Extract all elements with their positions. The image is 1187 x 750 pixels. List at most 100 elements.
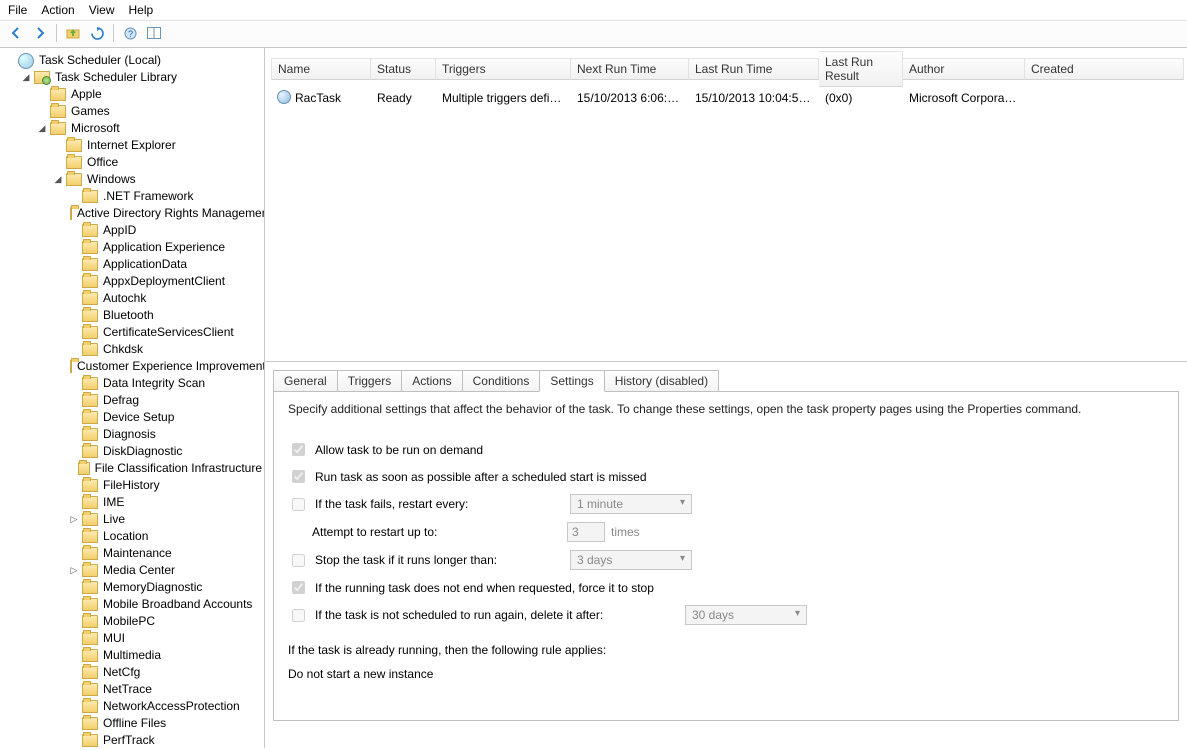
expand-icon[interactable] <box>68 310 80 322</box>
menu-help[interactable]: Help <box>129 3 154 17</box>
tree-folder[interactable]: FileHistory <box>66 477 264 494</box>
tree-folder[interactable]: Application Experience <box>66 239 264 256</box>
task-list[interactable]: Name Status Triggers Next Run Time Last … <box>265 48 1187 362</box>
tree-folder[interactable]: NetworkAccessProtection <box>66 698 264 715</box>
expand-icon[interactable] <box>68 718 80 730</box>
expand-icon[interactable] <box>68 582 80 594</box>
expand-icon[interactable] <box>68 429 80 441</box>
tree-folder[interactable]: Data Integrity Scan <box>66 375 264 392</box>
expand-icon[interactable]: ▷ <box>68 514 80 526</box>
tree-folder[interactable]: MobilePC <box>66 613 264 630</box>
expand-icon[interactable] <box>68 259 80 271</box>
tree-folder[interactable]: AppxDeploymentClient <box>66 273 264 290</box>
tree-folder[interactable]: Multimedia <box>66 647 264 664</box>
expand-icon[interactable] <box>68 650 80 662</box>
expand-icon[interactable] <box>68 344 80 356</box>
expand-icon[interactable] <box>68 701 80 713</box>
task-row[interactable]: RacTask Ready Multiple triggers defined … <box>271 88 1184 107</box>
combo-stop-duration[interactable]: 3 days <box>570 550 692 570</box>
forward-button[interactable] <box>30 23 50 43</box>
tree-folder[interactable]: Diagnosis <box>66 426 264 443</box>
checkbox-restart[interactable] <box>292 498 305 511</box>
tree-folder[interactable]: ▷Media Center <box>66 562 264 579</box>
tree-folder-windows[interactable]: ◢Windows <box>50 171 264 188</box>
navigation-tree[interactable]: Task Scheduler (Local) ◢ Task Scheduler … <box>0 48 265 748</box>
expand-icon[interactable] <box>68 735 80 747</box>
help-button[interactable]: ? <box>120 23 140 43</box>
expand-icon[interactable] <box>68 667 80 679</box>
tree-folder[interactable]: ▷Live <box>66 511 264 528</box>
panes-button[interactable] <box>144 23 164 43</box>
tree-folder-ie[interactable]: Internet Explorer <box>50 137 264 154</box>
tree-folder[interactable]: Location <box>66 528 264 545</box>
back-button[interactable] <box>6 23 26 43</box>
checkbox-delete-after[interactable] <box>292 609 305 622</box>
col-author[interactable]: Author <box>903 58 1025 80</box>
expand-icon[interactable] <box>68 191 80 203</box>
tree-folder[interactable]: AppID <box>66 222 264 239</box>
tree-folder[interactable]: IME <box>66 494 264 511</box>
col-name[interactable]: Name <box>271 58 371 80</box>
tree-folder[interactable]: Maintenance <box>66 545 264 562</box>
tree-library[interactable]: ◢ Task Scheduler Library <box>18 69 264 86</box>
expand-icon[interactable] <box>68 225 80 237</box>
collapse-icon[interactable]: ◢ <box>36 123 48 135</box>
expand-icon[interactable] <box>68 242 80 254</box>
tree-folder[interactable]: Chkdsk <box>66 341 264 358</box>
tree-folder[interactable]: DiskDiagnostic <box>66 443 264 460</box>
expand-icon[interactable] <box>68 616 80 628</box>
col-last[interactable]: Last Run Time <box>689 58 819 80</box>
menu-action[interactable]: Action <box>41 3 74 17</box>
up-button[interactable] <box>63 23 83 43</box>
tab-actions[interactable]: Actions <box>401 370 462 391</box>
col-next[interactable]: Next Run Time <box>571 58 689 80</box>
expand-icon[interactable] <box>68 548 80 560</box>
expand-icon[interactable] <box>68 395 80 407</box>
tree-folder-apple[interactable]: Apple <box>34 86 264 103</box>
col-created[interactable]: Created <box>1025 58 1184 80</box>
tree-root[interactable]: Task Scheduler (Local) <box>2 52 264 69</box>
checkbox-stop-long[interactable] <box>292 554 305 567</box>
tree-folder[interactable]: MemoryDiagnostic <box>66 579 264 596</box>
expand-icon[interactable] <box>68 276 80 288</box>
tree-folder[interactable]: .NET Framework <box>66 188 264 205</box>
tree-folder[interactable]: CertificateServicesClient <box>66 324 264 341</box>
expand-icon[interactable]: ▷ <box>68 565 80 577</box>
tab-history[interactable]: History (disabled) <box>604 370 719 391</box>
tree-folder[interactable]: Offline Files <box>66 715 264 732</box>
tab-settings[interactable]: Settings <box>539 370 604 392</box>
combo-delete-after[interactable]: 30 days <box>685 605 807 625</box>
checkbox-force-stop[interactable] <box>292 581 305 594</box>
tree-folder-games[interactable]: Games <box>34 103 264 120</box>
expand-icon[interactable] <box>68 446 80 458</box>
tree-folder[interactable]: Active Directory Rights Management Servi… <box>66 205 264 222</box>
tree-folder[interactable]: Mobile Broadband Accounts <box>66 596 264 613</box>
col-triggers[interactable]: Triggers <box>436 58 571 80</box>
tree-folder[interactable]: Autochk <box>66 290 264 307</box>
expand-icon[interactable] <box>68 463 76 475</box>
tab-conditions[interactable]: Conditions <box>462 370 541 391</box>
checkbox-run-asap[interactable] <box>292 470 305 483</box>
collapse-icon[interactable]: ◢ <box>20 72 32 84</box>
expand-icon[interactable] <box>68 497 80 509</box>
expand-icon[interactable] <box>68 684 80 696</box>
col-result[interactable]: Last Run Result <box>819 51 903 87</box>
expand-icon[interactable] <box>68 293 80 305</box>
tree-folder[interactable]: MUI <box>66 630 264 647</box>
tree-folder-office[interactable]: Office <box>50 154 264 171</box>
collapse-icon[interactable] <box>4 55 16 67</box>
tree-folder[interactable]: NetCfg <box>66 664 264 681</box>
expand-icon[interactable] <box>68 531 80 543</box>
expand-icon[interactable] <box>68 480 80 492</box>
input-attempt-count[interactable]: 3 <box>567 522 605 542</box>
expand-icon[interactable] <box>68 327 80 339</box>
tree-folder[interactable]: File Classification Infrastructure <box>66 460 264 477</box>
menu-view[interactable]: View <box>89 3 115 17</box>
tree-folder[interactable]: Device Setup <box>66 409 264 426</box>
tree-folder[interactable]: ApplicationData <box>66 256 264 273</box>
checkbox-allow-on-demand[interactable] <box>292 443 305 456</box>
collapse-icon[interactable]: ◢ <box>52 174 64 186</box>
tree-folder[interactable]: NetTrace <box>66 681 264 698</box>
menu-file[interactable]: File <box>8 3 27 17</box>
expand-icon[interactable] <box>68 599 80 611</box>
